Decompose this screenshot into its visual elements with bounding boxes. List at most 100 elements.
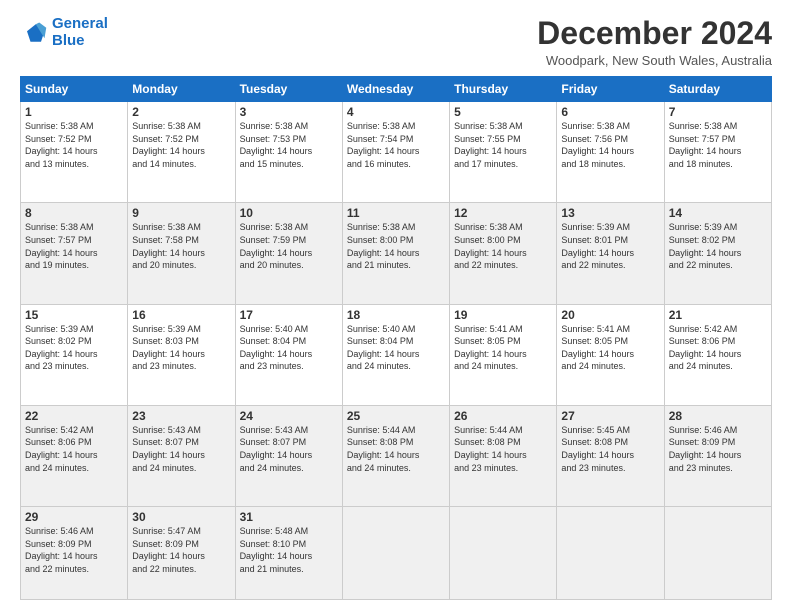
day-info: Sunrise: 5:38 AM Sunset: 7:58 PM Dayligh… <box>132 221 230 271</box>
table-row: 3Sunrise: 5:38 AM Sunset: 7:53 PM Daylig… <box>235 102 342 203</box>
day-number: 28 <box>669 409 767 423</box>
table-row <box>557 507 664 600</box>
day-number: 11 <box>347 206 445 220</box>
day-number: 26 <box>454 409 552 423</box>
table-row: 23Sunrise: 5:43 AM Sunset: 8:07 PM Dayli… <box>128 405 235 506</box>
logo-line1: General <box>52 15 108 32</box>
day-info: Sunrise: 5:40 AM Sunset: 8:04 PM Dayligh… <box>240 323 338 373</box>
table-row: 17Sunrise: 5:40 AM Sunset: 8:04 PM Dayli… <box>235 304 342 405</box>
day-number: 6 <box>561 105 659 119</box>
day-number: 31 <box>240 510 338 524</box>
day-number: 5 <box>454 105 552 119</box>
day-info: Sunrise: 5:46 AM Sunset: 8:09 PM Dayligh… <box>669 424 767 474</box>
day-info: Sunrise: 5:46 AM Sunset: 8:09 PM Dayligh… <box>25 525 123 575</box>
table-row: 13Sunrise: 5:39 AM Sunset: 8:01 PM Dayli… <box>557 203 664 304</box>
table-row: 16Sunrise: 5:39 AM Sunset: 8:03 PM Dayli… <box>128 304 235 405</box>
day-number: 7 <box>669 105 767 119</box>
calendar-week-row: 29Sunrise: 5:46 AM Sunset: 8:09 PM Dayli… <box>21 507 772 600</box>
day-number: 17 <box>240 308 338 322</box>
table-row <box>342 507 449 600</box>
logo-line2: Blue <box>52 32 85 49</box>
table-row: 21Sunrise: 5:42 AM Sunset: 8:06 PM Dayli… <box>664 304 771 405</box>
table-row: 29Sunrise: 5:46 AM Sunset: 8:09 PM Dayli… <box>21 507 128 600</box>
day-number: 18 <box>347 308 445 322</box>
table-row: 27Sunrise: 5:45 AM Sunset: 8:08 PM Dayli… <box>557 405 664 506</box>
table-row: 18Sunrise: 5:40 AM Sunset: 8:04 PM Dayli… <box>342 304 449 405</box>
header-saturday: Saturday <box>664 77 771 102</box>
day-number: 29 <box>25 510 123 524</box>
header-wednesday: Wednesday <box>342 77 449 102</box>
day-info: Sunrise: 5:38 AM Sunset: 7:54 PM Dayligh… <box>347 120 445 170</box>
day-number: 16 <box>132 308 230 322</box>
table-row: 15Sunrise: 5:39 AM Sunset: 8:02 PM Dayli… <box>21 304 128 405</box>
table-row: 10Sunrise: 5:38 AM Sunset: 7:59 PM Dayli… <box>235 203 342 304</box>
header: General Blue December 2024 Woodpark, New… <box>20 16 772 68</box>
table-row: 24Sunrise: 5:43 AM Sunset: 8:07 PM Dayli… <box>235 405 342 506</box>
day-info: Sunrise: 5:42 AM Sunset: 8:06 PM Dayligh… <box>669 323 767 373</box>
day-number: 4 <box>347 105 445 119</box>
day-number: 10 <box>240 206 338 220</box>
table-row: 8Sunrise: 5:38 AM Sunset: 7:57 PM Daylig… <box>21 203 128 304</box>
day-info: Sunrise: 5:44 AM Sunset: 8:08 PM Dayligh… <box>347 424 445 474</box>
day-info: Sunrise: 5:38 AM Sunset: 7:53 PM Dayligh… <box>240 120 338 170</box>
day-info: Sunrise: 5:38 AM Sunset: 7:55 PM Dayligh… <box>454 120 552 170</box>
table-row: 14Sunrise: 5:39 AM Sunset: 8:02 PM Dayli… <box>664 203 771 304</box>
day-number: 19 <box>454 308 552 322</box>
logo-icon <box>20 19 48 47</box>
day-number: 8 <box>25 206 123 220</box>
day-info: Sunrise: 5:38 AM Sunset: 7:52 PM Dayligh… <box>132 120 230 170</box>
day-info: Sunrise: 5:41 AM Sunset: 8:05 PM Dayligh… <box>454 323 552 373</box>
title-block: December 2024 Woodpark, New South Wales,… <box>537 16 772 68</box>
day-number: 14 <box>669 206 767 220</box>
table-row <box>664 507 771 600</box>
day-number: 2 <box>132 105 230 119</box>
day-info: Sunrise: 5:42 AM Sunset: 8:06 PM Dayligh… <box>25 424 123 474</box>
day-number: 25 <box>347 409 445 423</box>
table-row: 11Sunrise: 5:38 AM Sunset: 8:00 PM Dayli… <box>342 203 449 304</box>
logo-text: General Blue <box>52 16 108 49</box>
table-row: 20Sunrise: 5:41 AM Sunset: 8:05 PM Dayli… <box>557 304 664 405</box>
header-thursday: Thursday <box>450 77 557 102</box>
header-monday: Monday <box>128 77 235 102</box>
table-row: 26Sunrise: 5:44 AM Sunset: 8:08 PM Dayli… <box>450 405 557 506</box>
table-row <box>450 507 557 600</box>
table-row: 2Sunrise: 5:38 AM Sunset: 7:52 PM Daylig… <box>128 102 235 203</box>
day-info: Sunrise: 5:45 AM Sunset: 8:08 PM Dayligh… <box>561 424 659 474</box>
table-row: 9Sunrise: 5:38 AM Sunset: 7:58 PM Daylig… <box>128 203 235 304</box>
day-info: Sunrise: 5:38 AM Sunset: 8:00 PM Dayligh… <box>454 221 552 271</box>
day-info: Sunrise: 5:39 AM Sunset: 8:03 PM Dayligh… <box>132 323 230 373</box>
table-row: 31Sunrise: 5:48 AM Sunset: 8:10 PM Dayli… <box>235 507 342 600</box>
day-info: Sunrise: 5:38 AM Sunset: 7:57 PM Dayligh… <box>25 221 123 271</box>
day-info: Sunrise: 5:44 AM Sunset: 8:08 PM Dayligh… <box>454 424 552 474</box>
day-info: Sunrise: 5:38 AM Sunset: 7:57 PM Dayligh… <box>669 120 767 170</box>
table-row: 19Sunrise: 5:41 AM Sunset: 8:05 PM Dayli… <box>450 304 557 405</box>
day-number: 21 <box>669 308 767 322</box>
day-number: 23 <box>132 409 230 423</box>
day-number: 27 <box>561 409 659 423</box>
table-row: 6Sunrise: 5:38 AM Sunset: 7:56 PM Daylig… <box>557 102 664 203</box>
day-info: Sunrise: 5:38 AM Sunset: 7:52 PM Dayligh… <box>25 120 123 170</box>
day-info: Sunrise: 5:41 AM Sunset: 8:05 PM Dayligh… <box>561 323 659 373</box>
day-info: Sunrise: 5:39 AM Sunset: 8:01 PM Dayligh… <box>561 221 659 271</box>
day-number: 24 <box>240 409 338 423</box>
day-info: Sunrise: 5:43 AM Sunset: 8:07 PM Dayligh… <box>132 424 230 474</box>
calendar-week-row: 8Sunrise: 5:38 AM Sunset: 7:57 PM Daylig… <box>21 203 772 304</box>
day-number: 22 <box>25 409 123 423</box>
table-row: 30Sunrise: 5:47 AM Sunset: 8:09 PM Dayli… <box>128 507 235 600</box>
day-number: 13 <box>561 206 659 220</box>
day-number: 3 <box>240 105 338 119</box>
day-info: Sunrise: 5:40 AM Sunset: 8:04 PM Dayligh… <box>347 323 445 373</box>
day-number: 9 <box>132 206 230 220</box>
table-row: 7Sunrise: 5:38 AM Sunset: 7:57 PM Daylig… <box>664 102 771 203</box>
day-number: 1 <box>25 105 123 119</box>
logo: General Blue <box>20 16 108 49</box>
header-sunday: Sunday <box>21 77 128 102</box>
day-info: Sunrise: 5:38 AM Sunset: 7:59 PM Dayligh… <box>240 221 338 271</box>
table-row: 5Sunrise: 5:38 AM Sunset: 7:55 PM Daylig… <box>450 102 557 203</box>
location: Woodpark, New South Wales, Australia <box>537 53 772 68</box>
page: General Blue December 2024 Woodpark, New… <box>0 0 792 612</box>
table-row: 1Sunrise: 5:38 AM Sunset: 7:52 PM Daylig… <box>21 102 128 203</box>
weekday-header-row: Sunday Monday Tuesday Wednesday Thursday… <box>21 77 772 102</box>
day-info: Sunrise: 5:38 AM Sunset: 8:00 PM Dayligh… <box>347 221 445 271</box>
day-info: Sunrise: 5:43 AM Sunset: 8:07 PM Dayligh… <box>240 424 338 474</box>
